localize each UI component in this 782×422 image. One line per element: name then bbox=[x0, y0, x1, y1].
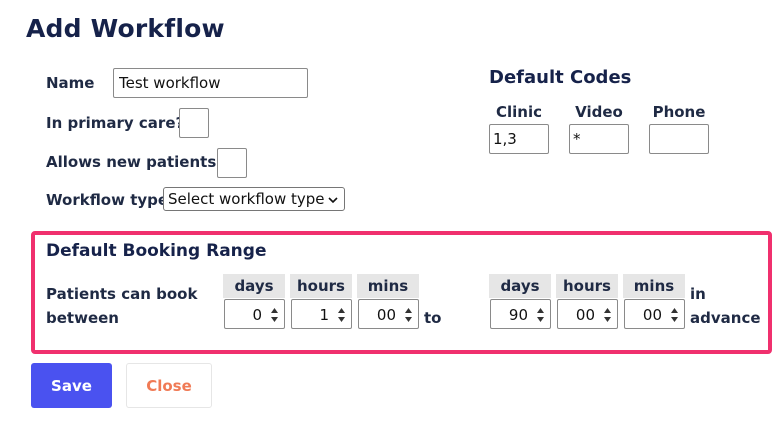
start-mins-value: 00 bbox=[376, 306, 396, 324]
new-patients-checkbox[interactable] bbox=[217, 148, 247, 178]
spinner-arrows-icon[interactable] bbox=[337, 307, 346, 323]
booking-range-title: Default Booking Range bbox=[46, 241, 267, 261]
start-hours-value: 1 bbox=[319, 306, 329, 324]
save-button[interactable]: Save bbox=[31, 363, 112, 408]
page-title: Add Workflow bbox=[26, 14, 225, 43]
spinner-arrows-icon[interactable] bbox=[603, 307, 612, 323]
booking-desc-line2: between bbox=[46, 309, 119, 327]
start-days-stepper[interactable]: 0 bbox=[224, 299, 285, 329]
name-input[interactable] bbox=[113, 68, 308, 98]
spinner-arrows-icon[interactable] bbox=[670, 307, 679, 323]
spinner-arrows-icon[interactable] bbox=[404, 307, 413, 323]
name-label: Name bbox=[46, 74, 95, 92]
end-hours-value: 00 bbox=[575, 306, 595, 324]
end-hours-stepper[interactable]: 00 bbox=[557, 299, 618, 329]
start-days-header: days bbox=[223, 274, 285, 298]
close-button[interactable]: Close bbox=[126, 363, 212, 408]
end-mins-stepper[interactable]: 00 bbox=[624, 299, 685, 329]
advance-label: advance bbox=[690, 309, 761, 327]
workflow-type-select[interactable]: Select workflow type bbox=[163, 187, 345, 211]
booking-desc-line1: Patients can book bbox=[46, 285, 198, 303]
phone-code-label: Phone bbox=[652, 103, 706, 121]
end-hours-header: hours bbox=[556, 274, 618, 298]
end-days-value: 90 bbox=[508, 306, 528, 324]
start-mins-stepper[interactable]: 00 bbox=[358, 299, 419, 329]
end-mins-value: 00 bbox=[642, 306, 662, 324]
start-mins-header: mins bbox=[357, 274, 419, 298]
clinic-code-input[interactable] bbox=[489, 124, 549, 154]
clinic-code-label: Clinic bbox=[495, 103, 542, 121]
start-hours-stepper[interactable]: 1 bbox=[291, 299, 352, 329]
spinner-arrows-icon[interactable] bbox=[536, 307, 545, 323]
end-days-header: days bbox=[489, 274, 551, 298]
primary-care-label: In primary care? bbox=[46, 114, 185, 132]
workflow-type-label: Workflow type bbox=[46, 191, 169, 209]
spinner-arrows-icon[interactable] bbox=[270, 307, 279, 323]
in-label: in bbox=[690, 285, 706, 303]
video-code-label: Video bbox=[575, 103, 623, 121]
new-patients-label: Allows new patients? bbox=[46, 153, 225, 171]
workflow-type-selected: Select workflow type bbox=[168, 190, 325, 208]
video-code-input[interactable] bbox=[569, 124, 629, 154]
start-hours-header: hours bbox=[290, 274, 352, 298]
phone-code-input[interactable] bbox=[649, 124, 709, 154]
end-days-stepper[interactable]: 90 bbox=[490, 299, 551, 329]
chevron-down-icon bbox=[328, 197, 338, 204]
start-days-value: 0 bbox=[252, 306, 262, 324]
primary-care-checkbox[interactable] bbox=[179, 108, 209, 138]
to-label: to bbox=[424, 309, 442, 327]
end-mins-header: mins bbox=[623, 274, 685, 298]
default-codes-title: Default Codes bbox=[489, 67, 632, 88]
